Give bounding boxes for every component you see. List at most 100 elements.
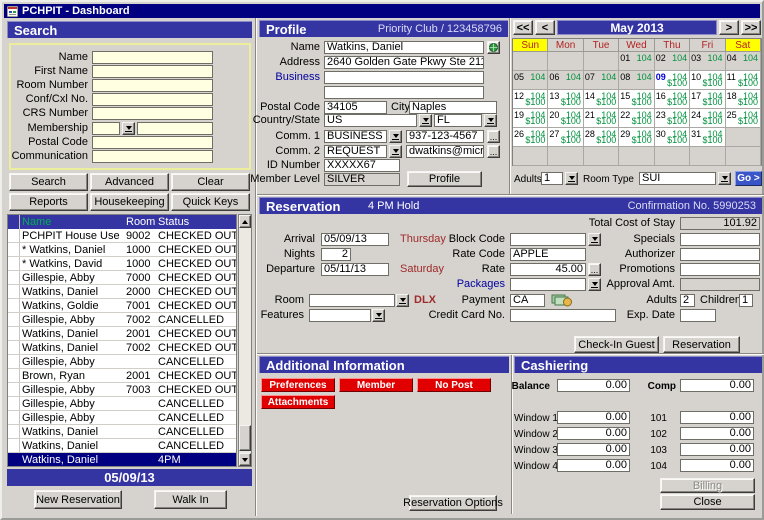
reservation-row[interactable]: Watkins, Daniel 4PM — [8, 453, 236, 467]
lamp-indicator[interactable]: Member — [339, 378, 413, 392]
room-type-dropdown-button[interactable] — [718, 172, 731, 185]
calendar-day-cell[interactable]: 29 104 $100 — [619, 128, 654, 147]
calendar-day-cell[interactable]: 04 104 — [726, 52, 761, 71]
reservation-row[interactable]: Watkins, Daniel 7002 CHECKED OUT — [8, 341, 236, 355]
children-count-field[interactable]: 1 — [739, 294, 753, 307]
calendar-day-cell[interactable]: 09 104 $100 — [655, 71, 690, 90]
row-selector[interactable] — [8, 257, 20, 270]
adults-dropdown-button[interactable] — [565, 172, 578, 185]
reservation-row[interactable]: * Watkins, Daniel 1000 CHECKED OUT — [8, 243, 236, 257]
reservation-row[interactable]: Gillespie, Abby 7000 CHECKED OUT — [8, 271, 236, 285]
row-selector[interactable] — [8, 439, 20, 452]
profile-postal-field[interactable]: 34105 — [324, 101, 387, 114]
comm1-type-field[interactable]: BUSINESS — [324, 130, 387, 143]
row-selector[interactable] — [8, 299, 20, 312]
reservation-row[interactable]: PCHPIT House Use 9002 CHECKED OUT — [8, 229, 236, 243]
reservation-row[interactable]: Watkins, Goldie 7001 CHECKED OUT — [8, 299, 236, 313]
name-column-header[interactable]: Name — [20, 215, 124, 229]
row-selector[interactable] — [8, 425, 20, 438]
calendar-day-cell[interactable]: 20 104 $100 — [548, 109, 583, 128]
row-selector[interactable] — [8, 243, 20, 256]
row-selector[interactable] — [8, 453, 20, 466]
profile-address-field[interactable]: 2640 Golden Gate Pkwy Ste 211 — [324, 56, 484, 69]
reservation-row[interactable]: * Watkins, David 1000 CHECKED OUT — [8, 257, 236, 271]
calendar-day-cell[interactable]: 22 104 $100 — [619, 109, 654, 128]
calendar-day-cell[interactable] — [548, 52, 583, 71]
room-field[interactable] — [309, 294, 395, 307]
calendar-day-cell[interactable]: 06 104 — [548, 71, 583, 90]
reservation-row[interactable]: Watkins, Daniel CANCELLED — [8, 439, 236, 453]
row-selector[interactable] — [8, 411, 20, 424]
calendar-day-cell[interactable]: 01 104 — [619, 52, 654, 71]
row-selector[interactable] — [8, 271, 20, 284]
search-action-button[interactable]: Advanced — [90, 173, 169, 191]
profile-name-field[interactable]: Watkins, Daniel — [324, 41, 484, 54]
calendar-day-cell[interactable] — [726, 147, 761, 166]
row-selector[interactable] — [8, 355, 20, 368]
promotions-field[interactable] — [680, 263, 760, 276]
calendar-day-cell[interactable] — [548, 147, 583, 166]
calendar-day-cell[interactable]: 03 104 — [690, 52, 725, 71]
row-selector[interactable] — [8, 327, 20, 340]
membership-dropdown-button[interactable] — [122, 122, 135, 135]
comm1-ellipsis-button[interactable]: ... — [487, 130, 500, 143]
reservation-row[interactable]: Gillespie, Abby 7003 CHECKED OUT — [8, 383, 236, 397]
reservation-row[interactable]: Gillespie, Abby CANCELLED — [8, 355, 236, 369]
exp-date-field[interactable] — [680, 309, 716, 322]
nights-field[interactable]: 2 — [321, 248, 351, 261]
features-field[interactable] — [309, 309, 371, 322]
scroll-up-button[interactable] — [239, 215, 251, 228]
state-dropdown-button[interactable] — [484, 114, 497, 127]
calendar-first-button[interactable]: << — [513, 20, 533, 35]
comm2-value-field[interactable]: dwatkins@micros — [406, 145, 484, 158]
packages-label[interactable]: Packages — [405, 278, 505, 291]
specials-field[interactable] — [680, 233, 760, 246]
row-selector[interactable] — [8, 397, 20, 410]
calendar-day-cell[interactable]: 16 104 $100 — [655, 90, 690, 109]
comm2-ellipsis-button[interactable]: ... — [487, 145, 500, 158]
calendar-day-cell[interactable]: 25 104 $100 — [726, 109, 761, 128]
calendar-day-cell[interactable]: 26 104 $100 — [513, 128, 548, 147]
search-postal-code-input[interactable] — [92, 136, 213, 149]
calendar-day-cell[interactable] — [584, 52, 619, 71]
reservation-options-button[interactable]: Reservation Options — [409, 495, 497, 511]
authorizer-field[interactable] — [680, 248, 760, 261]
calendar-day-cell[interactable]: 24 104 $100 — [690, 109, 725, 128]
calendar-day-cell[interactable]: 30 104 $100 — [655, 128, 690, 147]
search-communication-input[interactable] — [92, 150, 213, 163]
comm1-dropdown-button[interactable] — [389, 130, 402, 143]
reservation-row[interactable]: Watkins, Daniel CANCELLED — [8, 425, 236, 439]
scroll-down-button[interactable] — [239, 453, 251, 466]
calendar-day-cell[interactable]: 27 104 $100 — [548, 128, 583, 147]
profile-button[interactable]: Profile — [407, 171, 482, 187]
title-bar[interactable]: PCHPIT - Dashboard — [4, 4, 760, 18]
calendar-day-cell[interactable]: 17 104 $100 — [690, 90, 725, 109]
calendar-day-cell[interactable]: 13 104 $100 — [548, 90, 583, 109]
profile-search-button[interactable] — [487, 41, 500, 54]
profile-city-field[interactable]: Naples — [409, 101, 497, 114]
row-selector[interactable] — [8, 285, 20, 298]
search-action-button[interactable]: Housekeeping — [90, 193, 169, 211]
calendar-day-cell[interactable] — [584, 147, 619, 166]
lamp-indicator[interactable]: Attachments — [261, 395, 335, 409]
search-membership-type-input[interactable] — [92, 122, 120, 135]
search-conf-cxl-input[interactable] — [92, 93, 213, 106]
comm1-value-field[interactable]: 937-123-4567 — [406, 130, 484, 143]
row-selector[interactable] — [8, 229, 20, 242]
new-reservation-button[interactable]: New Reservation — [34, 490, 122, 509]
calendar-day-cell[interactable] — [513, 147, 548, 166]
profile-country-field[interactable]: US — [324, 114, 417, 127]
reservation-row[interactable]: Watkins, Daniel 2000 CHECKED OUT — [8, 285, 236, 299]
calendar-prev-button[interactable]: < — [535, 20, 555, 35]
search-name-input[interactable] — [92, 51, 213, 64]
departure-field[interactable]: 05/11/13 — [321, 263, 389, 276]
calendar-adults-field[interactable]: 1 — [541, 172, 563, 185]
calendar-day-cell[interactable]: 18 104 $100 — [726, 90, 761, 109]
calendar-day-cell[interactable] — [655, 147, 690, 166]
calendar-last-button[interactable]: >> — [741, 20, 761, 35]
country-dropdown-button[interactable] — [419, 114, 432, 127]
payment-field[interactable]: CA — [510, 294, 545, 307]
reservation-row[interactable]: Gillespie, Abby CANCELLED — [8, 411, 236, 425]
search-action-button[interactable]: Quick Keys — [171, 193, 250, 211]
calendar-day-cell[interactable] — [726, 128, 761, 147]
